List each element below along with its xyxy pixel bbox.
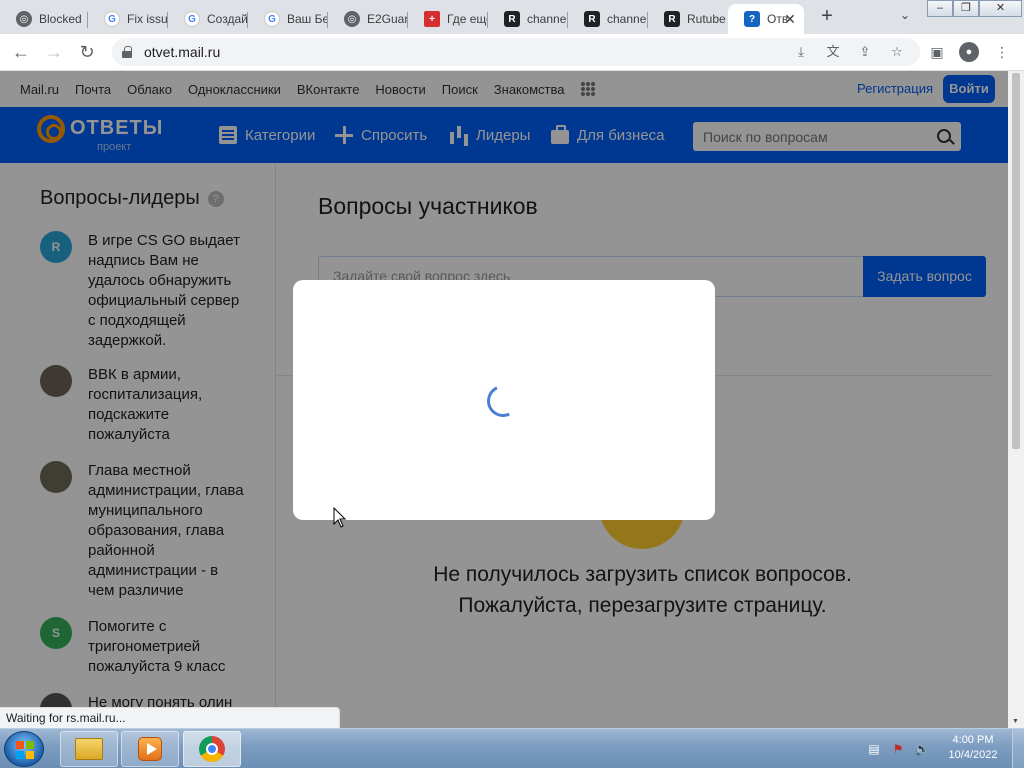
tab-label: E2Guar: [367, 12, 408, 26]
forward-icon[interactable]: →: [42, 40, 66, 64]
media-player-icon: [138, 737, 162, 761]
flag-icon: +: [424, 11, 440, 27]
bookmark-star-icon[interactable]: ☆: [888, 43, 906, 61]
tab-label: Ваш Бе: [287, 12, 328, 26]
page-scrollbar[interactable]: ▼: [1008, 71, 1024, 728]
clock-time: 4:00 PM: [952, 734, 994, 746]
google-icon: G: [184, 11, 200, 27]
url-text: otvet.mail.ru: [144, 44, 221, 60]
windows-logo-icon: [16, 741, 34, 759]
install-icon[interactable]: ⤓: [792, 43, 810, 61]
tab-create[interactable]: G Создай: [168, 4, 248, 34]
tab-rutube[interactable]: R Rutube: [648, 4, 728, 34]
tab-label: channe: [527, 12, 567, 26]
back-icon[interactable]: ←: [9, 40, 33, 64]
taskbar-media-player[interactable]: [121, 731, 179, 767]
tab-e2guardian[interactable]: ◎ E2Guar: [328, 4, 408, 34]
restore-icon[interactable]: ❐: [953, 0, 979, 17]
translate-icon[interactable]: 文: [824, 43, 842, 61]
rutube-icon: R: [504, 11, 520, 27]
close-window-icon[interactable]: ✕: [979, 0, 1022, 17]
tab-label: Где еще: [447, 12, 488, 26]
start-button[interactable]: [4, 731, 44, 767]
action-center-icon[interactable]: ⚑: [890, 741, 906, 757]
reload-icon[interactable]: ↻: [75, 40, 99, 64]
profile-avatar-icon[interactable]: ●: [959, 42, 979, 62]
globe-icon: ◎: [344, 11, 360, 27]
mouse-cursor-icon: [333, 507, 347, 528]
scrollbar-thumb[interactable]: [1012, 73, 1020, 449]
scroll-down-icon[interactable]: ▼: [1012, 718, 1019, 725]
tab-your[interactable]: G Ваш Бе: [248, 4, 328, 34]
google-icon: G: [104, 11, 120, 27]
address-bar[interactable]: otvet.mail.ru ⤓ 文 ⇪ ☆: [112, 38, 920, 66]
menu-kebab-icon[interactable]: ⋮: [992, 42, 1012, 62]
lock-icon: [122, 46, 132, 58]
tab-otvety[interactable]: ? Отв ✕: [728, 4, 804, 34]
tab-channel-2[interactable]: R channe: [568, 4, 648, 34]
globe-icon: ◎: [16, 11, 32, 27]
side-panel-icon[interactable]: ▣: [927, 42, 947, 62]
tab-strip: ◎ Blocked G Fix issu G Создай G Ваш Бе ◎…: [0, 0, 1024, 34]
tab-label: Fix issu: [127, 12, 168, 26]
show-desktop-button[interactable]: [1012, 729, 1024, 768]
loading-spinner-icon: [482, 380, 524, 422]
status-bubble: Waiting for rs.mail.ru...: [0, 707, 340, 728]
tab-channel-1[interactable]: R channe: [488, 4, 568, 34]
folder-icon: [75, 738, 103, 760]
tab-label: channe: [607, 12, 647, 26]
window-controls: – ❐ ✕: [927, 0, 1022, 18]
taskbar-chrome[interactable]: [183, 731, 241, 767]
chevron-down-icon[interactable]: ⌄: [896, 8, 914, 26]
tab-fix-issue[interactable]: G Fix issu: [88, 4, 168, 34]
loading-modal: [293, 280, 715, 520]
tab-label: Rutube: [687, 12, 726, 26]
chrome-icon: [199, 736, 225, 762]
tab-blocked[interactable]: ◎ Blocked: [0, 4, 88, 34]
otvety-icon: ?: [744, 11, 760, 27]
volume-icon[interactable]: 🔈: [914, 741, 930, 757]
clock-date: 10/4/2022: [948, 749, 998, 761]
system-clock[interactable]: 4:00 PM 10/4/2022: [938, 733, 1008, 763]
close-tab-icon[interactable]: ✕: [782, 11, 798, 27]
google-icon: G: [264, 11, 280, 27]
tab-where-else[interactable]: + Где еще: [408, 4, 488, 34]
browser-toolbar: ← → ↻ otvet.mail.ru ⤓ 文 ⇪ ☆ ▣ ● ⋮: [0, 34, 1024, 71]
minimize-icon[interactable]: –: [927, 0, 953, 17]
network-icon[interactable]: ▤: [866, 741, 882, 757]
rutube-icon: R: [584, 11, 600, 27]
share-icon[interactable]: ⇪: [856, 43, 874, 61]
taskbar: ▤ ⚑ 🔈 4:00 PM 10/4/2022: [0, 728, 1024, 768]
tab-label: Создай: [207, 12, 248, 26]
new-tab-icon[interactable]: +: [816, 6, 838, 28]
rutube-icon: R: [664, 11, 680, 27]
tab-label: Blocked: [39, 12, 82, 26]
taskbar-explorer[interactable]: [60, 731, 118, 767]
